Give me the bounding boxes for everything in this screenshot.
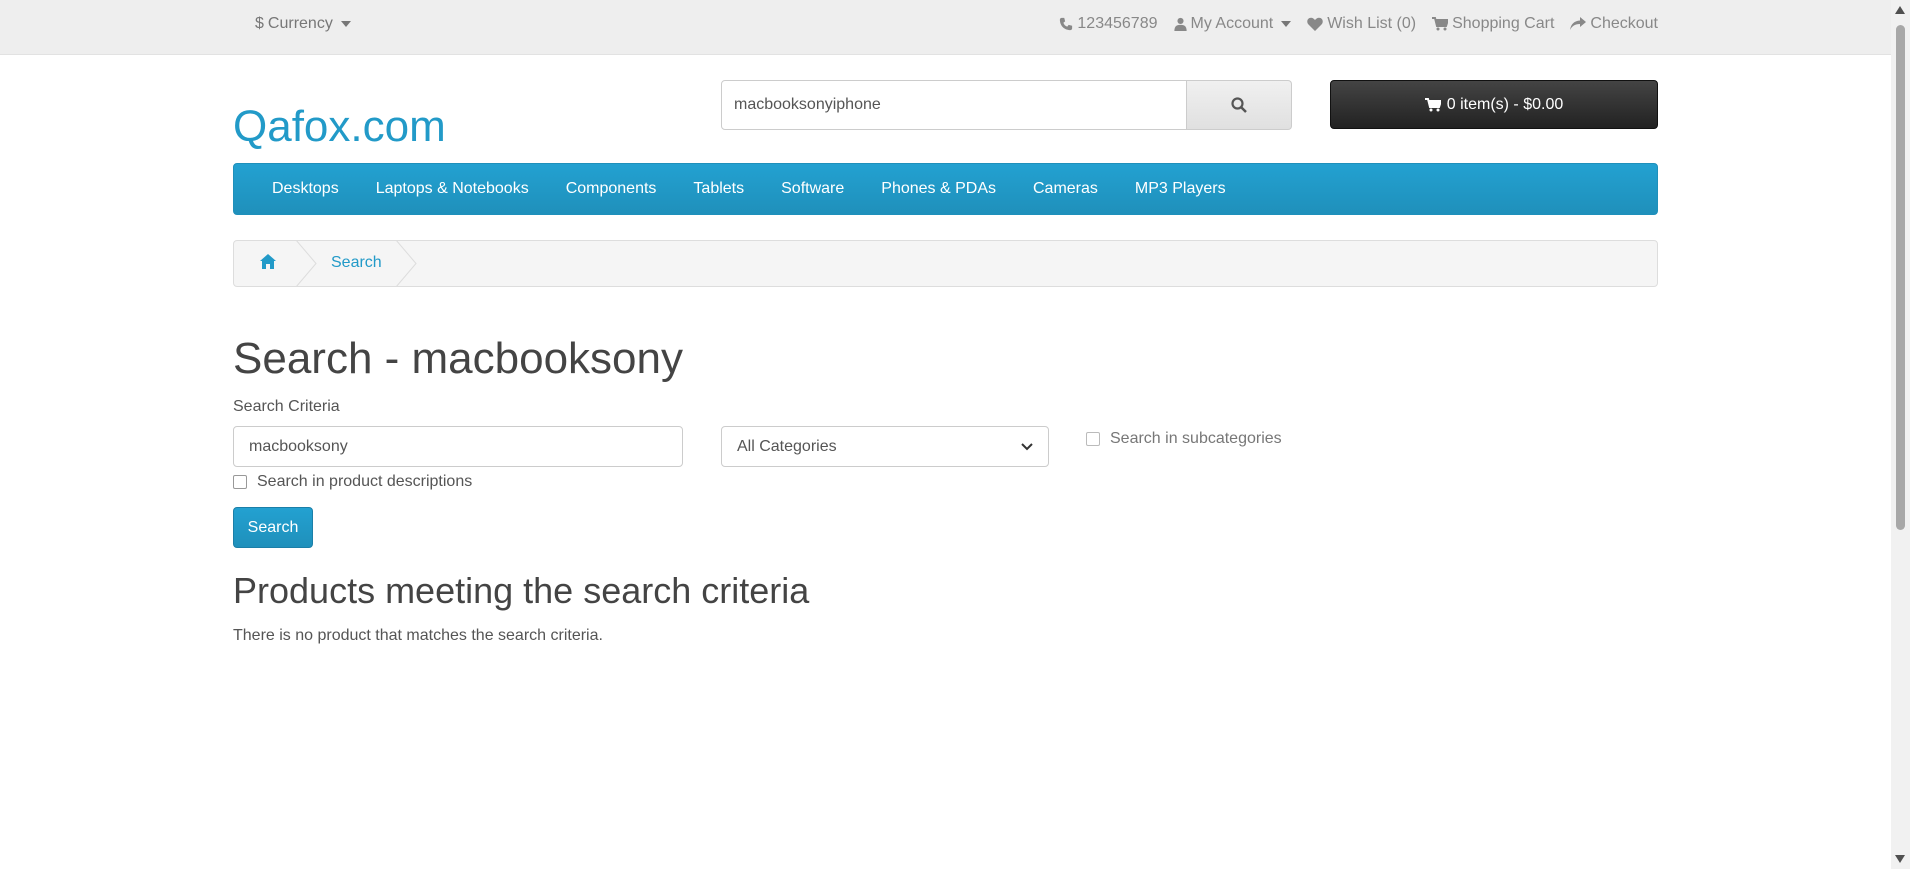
search-criteria-input[interactable] [233,426,683,467]
main-menu: Desktops Laptops & Notebooks Components … [233,163,1658,215]
caret-down-icon [340,21,351,27]
phone-icon [1059,17,1073,31]
cart-total: 0 item(s) - $0.00 [1446,95,1564,113]
scroll-up-arrow-icon[interactable] [1895,6,1905,14]
breadcrumb-search[interactable]: Search [331,254,382,272]
currency-symbol: $ [255,15,264,32]
page-title: Search - macbooksony [233,334,683,383]
search-input[interactable] [721,80,1187,130]
descriptions-option: Search in product descriptions [233,473,472,491]
scroll-thumb[interactable] [1896,25,1905,530]
currency-label: Currency [267,15,333,32]
top-links: 123456789 My Account Wish List (0) Shopp… [1059,15,1658,33]
category-selected: All Categories [737,437,837,455]
shopping-cart-link[interactable]: Shopping Cart [1432,15,1554,33]
menu-item-mp3-players[interactable]: MP3 Players [1135,180,1226,198]
empty-results-message: There is no product that matches the sea… [233,627,603,644]
menu-item-software[interactable]: Software [781,180,844,198]
phone-number: 123456789 [1077,15,1158,32]
site-logo[interactable]: Qafox.com [233,102,446,152]
subcategories-label: Search in subcategories [1110,430,1282,447]
shopping-cart-label: Shopping Cart [1452,15,1555,32]
breadcrumb-separator [395,240,417,287]
cart-button[interactable]: 0 item(s) - $0.00 [1330,80,1658,129]
home-icon[interactable] [260,254,276,269]
menu-item-tablets[interactable]: Tablets [693,180,744,198]
my-account-label: My Account [1190,15,1274,32]
breadcrumb-separator [295,240,317,287]
caret-down-icon [1281,21,1292,27]
subcategories-checkbox[interactable] [1086,432,1100,446]
checkout-label: Checkout [1590,15,1658,32]
wishlist-link[interactable]: Wish List (0) [1307,15,1416,33]
results-title: Products meeting the search criteria [233,570,810,611]
menu-item-phones[interactable]: Phones & PDAs [881,180,996,198]
menu-item-components[interactable]: Components [566,180,657,198]
chevron-down-icon [1021,442,1033,451]
phone-link[interactable]: 123456789 [1059,15,1158,33]
scroll-down-arrow-icon[interactable] [1895,855,1905,863]
share-icon [1570,17,1587,31]
descriptions-checkbox[interactable] [233,475,247,489]
cart-icon [1432,17,1449,31]
currency-dropdown[interactable]: $ Currency [255,15,351,33]
subcategories-option: Search in subcategories [1086,430,1282,448]
my-account-dropdown[interactable]: My Account [1173,15,1292,33]
breadcrumb: Search [233,240,1658,287]
user-icon [1173,17,1187,31]
vertical-scrollbar[interactable] [1891,0,1910,869]
menu-item-cameras[interactable]: Cameras [1033,180,1098,198]
menu-item-desktops[interactable]: Desktops [272,180,339,198]
checkout-link[interactable]: Checkout [1570,15,1658,33]
wishlist-label: Wish List (0) [1327,15,1417,32]
search-button[interactable] [1187,80,1292,130]
search-icon [1231,97,1247,113]
top-bar: $ Currency 123456789 My Account Wish Lis… [0,0,1891,55]
menu-item-laptops[interactable]: Laptops & Notebooks [376,180,529,198]
heart-icon [1307,17,1323,31]
search-submit-button[interactable]: Search [233,507,313,548]
category-select[interactable]: All Categories [721,426,1049,467]
header-search [721,80,1292,130]
descriptions-label: Search in product descriptions [257,473,473,490]
search-criteria-label: Search Criteria [233,398,340,415]
cart-icon [1424,97,1441,112]
